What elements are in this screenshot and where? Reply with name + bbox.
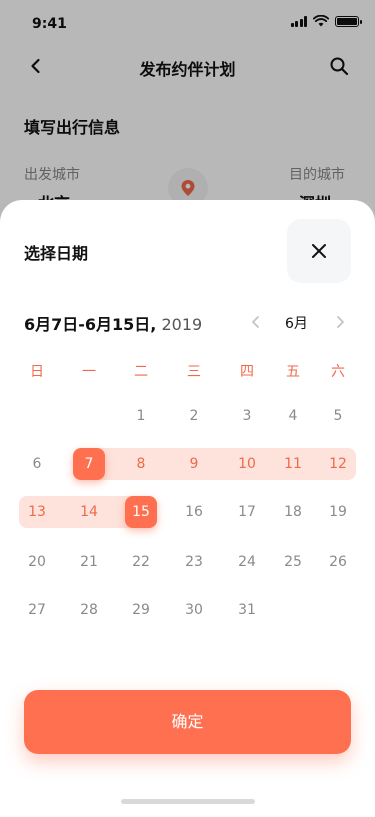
- calendar-day[interactable]: 27: [21, 594, 53, 626]
- calendar-day[interactable]: 3: [231, 400, 263, 432]
- weekday-label: 二: [134, 364, 148, 380]
- calendar-day[interactable]: 1: [125, 400, 157, 432]
- chevron-left-icon[interactable]: [248, 314, 264, 330]
- calendar-day[interactable]: 28: [73, 594, 105, 626]
- calendar-day[interactable]: 21: [73, 546, 105, 578]
- calendar-day[interactable]: 19: [322, 496, 354, 528]
- calendar-day[interactable]: 2: [178, 400, 210, 432]
- calendar-day[interactable]: 13: [21, 496, 53, 528]
- home-indicator: [121, 799, 255, 804]
- weekday-label: 四: [240, 364, 254, 380]
- calendar-day[interactable]: 26: [322, 546, 354, 578]
- weekday-label: 一: [82, 364, 96, 380]
- calendar-day[interactable]: 16: [178, 496, 210, 528]
- calendar-day[interactable]: 14: [73, 496, 105, 528]
- sheet-title: 选择日期: [24, 244, 89, 263]
- close-icon: [312, 244, 326, 258]
- calendar-day[interactable]: 29: [125, 594, 157, 626]
- date-picker-sheet: 选择日期 6月7日-6月15日, 2019 6月 日一二三四五六 1234567…: [0, 200, 375, 817]
- calendar-day[interactable]: 12: [322, 448, 354, 480]
- range-text: 6月7日-6月15日,: [24, 315, 157, 334]
- weekday-label: 五: [286, 364, 300, 380]
- weekday-label: 日: [30, 364, 44, 380]
- calendar-day[interactable]: 24: [231, 546, 263, 578]
- calendar-day[interactable]: 23: [178, 546, 210, 578]
- calendar-day[interactable]: 22: [125, 546, 157, 578]
- calendar-day[interactable]: 7: [73, 448, 105, 480]
- range-highlight: [73, 448, 356, 480]
- confirm-button[interactable]: 确定: [24, 690, 351, 754]
- selected-range: 6月7日-6月15日, 2019: [24, 311, 202, 335]
- calendar-day[interactable]: 20: [21, 546, 53, 578]
- close-button[interactable]: [287, 219, 351, 283]
- calendar-day[interactable]: 5: [322, 400, 354, 432]
- month-label: 6月: [285, 316, 308, 332]
- calendar-day[interactable]: 17: [231, 496, 263, 528]
- calendar-day[interactable]: 4: [277, 400, 309, 432]
- calendar-day[interactable]: 15: [125, 496, 157, 528]
- range-year: 2019: [161, 315, 203, 334]
- calendar-day[interactable]: 6: [21, 448, 53, 480]
- calendar-day[interactable]: 8: [125, 448, 157, 480]
- weekday-label: 三: [187, 364, 201, 380]
- calendar-day[interactable]: 18: [277, 496, 309, 528]
- calendar-day[interactable]: 30: [178, 594, 210, 626]
- chevron-right-icon[interactable]: [332, 314, 348, 330]
- calendar-day[interactable]: 10: [231, 448, 263, 480]
- calendar-day[interactable]: 11: [277, 448, 309, 480]
- calendar-day[interactable]: 25: [277, 546, 309, 578]
- weekday-label: 六: [331, 364, 345, 380]
- calendar-day[interactable]: 9: [178, 448, 210, 480]
- calendar-day[interactable]: 31: [231, 594, 263, 626]
